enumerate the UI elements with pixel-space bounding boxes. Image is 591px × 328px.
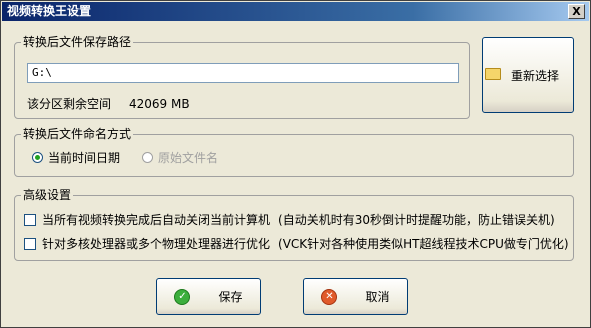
auto-shutdown-note: (自动关机时有30秒倒计时提醒功能，防止错误关机) bbox=[278, 213, 555, 227]
save-button[interactable]: ✓ 保存 bbox=[156, 278, 261, 315]
title-bar[interactable]: 视频转换王设置 X bbox=[2, 2, 589, 21]
radio-current-datetime-label: 当前时间日期 bbox=[48, 151, 121, 165]
radio-current-datetime-indicator[interactable] bbox=[32, 152, 43, 163]
auto-shutdown-label: 当所有视频转换完成后自动关闭当前计算机 bbox=[42, 213, 271, 227]
advanced-group-title: 高级设置 bbox=[21, 187, 74, 203]
advanced-group: 高级设置 当所有视频转换完成后自动关闭当前计算机 (自动关机时有30秒倒计时提醒… bbox=[14, 187, 574, 261]
multicore-label: 针对多核处理器或多个物理处理器进行优化 bbox=[42, 237, 271, 251]
check-icon: ✓ bbox=[174, 288, 191, 305]
radio-original-filename-indicator[interactable] bbox=[142, 152, 153, 163]
save-button-label: 保存 bbox=[218, 290, 243, 304]
cancel-button-label: 取消 bbox=[365, 290, 390, 304]
settings-dialog: 视频转换王设置 X 转换后文件保存路径 G:\ 该分区剩余空间 42069 MB… bbox=[0, 0, 591, 328]
auto-shutdown-option[interactable]: 当所有视频转换完成后自动关闭当前计算机 (自动关机时有30秒倒计时提醒功能，防止… bbox=[24, 211, 555, 228]
radio-original-filename[interactable]: 原始文件名 bbox=[142, 149, 218, 166]
multicore-option[interactable]: 针对多核处理器或多个物理处理器进行优化 (VCK针对各种使用类似HT超线程技术C… bbox=[24, 235, 569, 252]
window-title: 视频转换王设置 bbox=[7, 4, 92, 18]
multicore-note: (VCK针对各种使用类似HT超线程技术CPU做专门优化) bbox=[278, 237, 569, 251]
free-space-unit: MB bbox=[171, 97, 190, 111]
radio-original-filename-label: 原始文件名 bbox=[158, 151, 219, 165]
close-button[interactable]: X bbox=[568, 4, 585, 19]
save-path-group-title: 转换后文件保存路径 bbox=[21, 34, 134, 50]
cancel-icon: ✕ bbox=[321, 288, 338, 305]
naming-group: 转换后文件命名方式 当前时间日期 原始文件名 bbox=[14, 126, 574, 177]
folder-icon bbox=[485, 68, 501, 80]
free-space-value: 42069 bbox=[129, 97, 168, 111]
free-space-label: 该分区剩余空间 bbox=[27, 97, 112, 111]
reselect-button[interactable]: 重新选择 bbox=[482, 37, 574, 113]
auto-shutdown-checkbox[interactable] bbox=[24, 213, 36, 226]
naming-group-title: 转换后文件命名方式 bbox=[21, 126, 134, 142]
reselect-label: 重新选择 bbox=[510, 68, 559, 83]
multicore-checkbox[interactable] bbox=[24, 237, 36, 250]
radio-current-datetime[interactable]: 当前时间日期 bbox=[32, 149, 120, 166]
cancel-button[interactable]: ✕ 取消 bbox=[303, 278, 408, 315]
save-path-input[interactable]: G:\ bbox=[27, 63, 459, 83]
save-path-group: 转换后文件保存路径 G:\ 该分区剩余空间 42069 MB bbox=[14, 34, 470, 119]
